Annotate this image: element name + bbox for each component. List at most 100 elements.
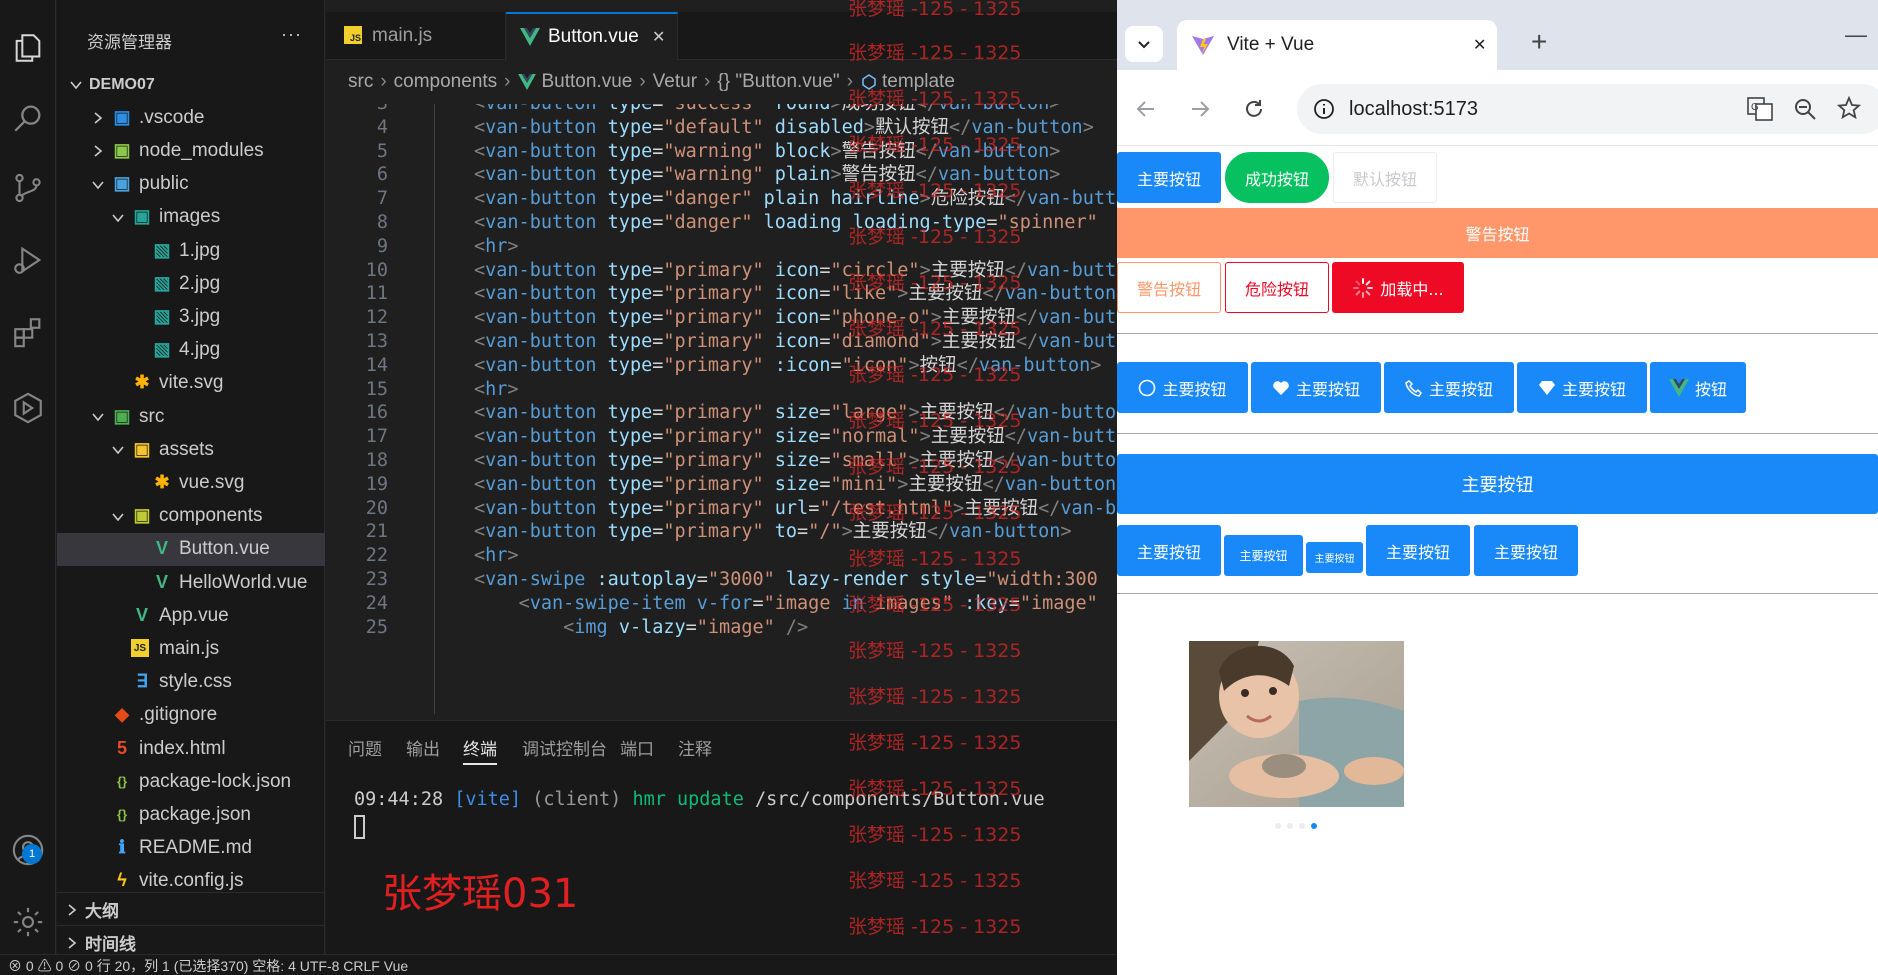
swipe-dot-active[interactable] [1311, 823, 1317, 829]
address-bar[interactable]: localhost:5173 G [1297, 84, 1878, 134]
browser-tab[interactable]: Vite + Vue ✕ [1177, 20, 1497, 70]
bottom-panel: 问题 输出 终端 调试控制台 端口 注释 09:44:28 [vite] (cl… [326, 720, 1117, 954]
settings-gear-icon[interactable] [0, 898, 56, 946]
like-icon-button[interactable]: 主要按钮 [1251, 362, 1381, 413]
css-file-icon: ∃ [136, 671, 148, 692]
translate-icon[interactable]: G [1747, 97, 1773, 121]
zoom-icon[interactable] [1793, 97, 1817, 121]
danger-hairline-button[interactable]: 危险按钮 [1225, 262, 1329, 313]
tree-item[interactable]: 5 index.html [57, 732, 325, 765]
tree-item[interactable]: ▣ assets [57, 433, 325, 466]
new-tab-button[interactable]: + [1531, 26, 1547, 58]
terminal-time: 09:44:28 [354, 789, 444, 810]
loading-text: 加载中... [1380, 279, 1444, 299]
tab-main-js[interactable]: JS main.js [326, 12, 506, 60]
tree-item[interactable]: ✱ vite.svg [57, 367, 325, 400]
primary-button[interactable]: 主要按钮 [1117, 152, 1221, 203]
tree-item[interactable]: ▣ node_modules [57, 134, 325, 167]
tree-item[interactable]: ▧ 4.jpg [57, 334, 325, 367]
search-icon[interactable] [0, 94, 56, 142]
tree-item-label: vue.svg [179, 471, 245, 493]
breadcrumb-item[interactable]: src [348, 71, 373, 93]
tree-item[interactable]: V HelloWorld.vue [57, 566, 325, 599]
tree-item[interactable]: ◆ .gitignore [57, 699, 325, 732]
bookmark-star-icon[interactable] [1837, 96, 1861, 120]
tree-item[interactable]: ▧ 1.jpg [57, 234, 325, 267]
explorer-icon[interactable] [0, 24, 56, 72]
json-file-icon: {} [116, 773, 128, 789]
tree-item[interactable]: {} package-lock.json [57, 765, 325, 798]
chevron-down-icon [92, 413, 104, 422]
tab-search-button[interactable] [1125, 26, 1163, 62]
breadcrumb-item[interactable]: template [882, 71, 955, 93]
back-icon[interactable] [1131, 94, 1161, 124]
tree-item[interactable]: ▣ images [57, 201, 325, 234]
breadcrumb-item[interactable]: Vetur [653, 71, 697, 93]
tree-item[interactable]: JS main.js [57, 632, 325, 665]
route-primary-button[interactable]: 主要按钮 [1474, 525, 1578, 576]
tab-terminal[interactable]: 终端 [463, 735, 497, 760]
tree-item[interactable]: ▣ .vscode [57, 101, 325, 134]
success-button[interactable]: 成功按钮 [1225, 152, 1329, 203]
loading-button[interactable]: 加载中... [1332, 262, 1464, 313]
swipe-dot[interactable] [1299, 823, 1305, 829]
code-editor[interactable]: 3<van-button type="success" round>成功按钮</… [326, 104, 1117, 714]
tree-item[interactable]: ▣ src [57, 400, 325, 433]
tab-comments[interactable]: 注释 [678, 735, 712, 760]
tree-item[interactable]: ✱ vue.svg [57, 466, 325, 499]
tree-item[interactable]: ℹ README.md [57, 832, 325, 865]
url-primary-button[interactable]: 主要按钮 [1366, 525, 1470, 576]
breadcrumb-item[interactable]: {} "Button.vue" [717, 71, 839, 93]
circle-icon-button[interactable]: 主要按钮 [1117, 362, 1248, 413]
source-control-icon[interactable] [0, 164, 56, 212]
tab-button-vue[interactable]: Button.vue ✕ [506, 12, 678, 60]
tree-item[interactable]: ∃ style.css [57, 666, 325, 699]
reload-icon[interactable] [1239, 94, 1269, 124]
phone-icon-button[interactable]: 主要按钮 [1384, 362, 1514, 413]
large-primary-button[interactable]: 主要按钮 [1117, 454, 1878, 514]
tab-problems[interactable]: 问题 [348, 735, 382, 760]
breadcrumb-item[interactable]: Button.vue [542, 71, 633, 93]
custom-icon-button[interactable]: 按钮 [1650, 362, 1746, 413]
terminal-output[interactable]: 09:44:28 [vite] (client) hmr update /src… [354, 789, 1045, 810]
forward-icon[interactable] [1185, 94, 1215, 124]
explorer-more-button[interactable]: ··· [281, 24, 302, 45]
tree-item[interactable]: V App.vue [57, 599, 325, 632]
tab-debug-console[interactable]: 调试控制台 [522, 735, 607, 760]
tree-item[interactable]: ▧ 3.jpg [57, 300, 325, 333]
extensions-icon[interactable] [0, 308, 56, 356]
outline-label: 大纲 [85, 901, 119, 921]
warning-plain-button[interactable]: 警告按钮 [1117, 262, 1221, 313]
tree-item[interactable]: {} package.json [57, 798, 325, 831]
remote-explorer-icon[interactable] [0, 384, 56, 432]
tab-output[interactable]: 输出 [406, 735, 440, 760]
tree-item[interactable]: V Button.vue [57, 532, 325, 566]
terminal-path: /src/components/Button.vue [755, 789, 1045, 810]
swipe-dot[interactable] [1275, 823, 1281, 829]
account-icon[interactable]: 1 [0, 826, 56, 874]
minimize-button[interactable]: — [1845, 22, 1867, 48]
outline-section[interactable]: 大纲 [57, 892, 325, 925]
tab-ports[interactable]: 端口 [620, 735, 654, 760]
tree-item[interactable]: DEMO07 [57, 68, 325, 101]
chevron-right-icon: › [704, 71, 711, 92]
default-disabled-button: 默认按钮 [1333, 152, 1437, 203]
tree-item[interactable]: ▣ components [57, 500, 325, 533]
run-debug-icon[interactable] [0, 236, 56, 284]
tree-item[interactable]: ▣ public [57, 168, 325, 201]
images-folder-icon: ▣ [133, 206, 151, 227]
close-tab-icon[interactable]: ✕ [1473, 35, 1486, 55]
status-text[interactable]: ⊗ 0 ⚠ 0 ⊘ 0 行 20，列 1 (已选择370) 空格: 4 UTF-… [8, 956, 408, 975]
tab-close-icon[interactable]: ✕ [652, 27, 665, 47]
small-primary-button[interactable]: 主要按钮 [1224, 535, 1303, 576]
swipe-image[interactable] [1189, 641, 1404, 807]
breadcrumb-item[interactable]: components [394, 71, 498, 93]
warning-block-button[interactable]: 警告按钮 [1117, 208, 1878, 258]
diamond-icon-button[interactable]: 主要按钮 [1517, 362, 1647, 413]
tree-item[interactable]: ▧ 2.jpg [57, 267, 325, 300]
mini-primary-button[interactable]: 主要按钮 [1306, 542, 1363, 573]
normal-primary-button[interactable]: 主要按钮 [1117, 525, 1221, 576]
site-info-icon[interactable] [1313, 98, 1335, 120]
swipe-dot[interactable] [1287, 823, 1293, 829]
button-label: 主要按钮 [1561, 379, 1626, 399]
